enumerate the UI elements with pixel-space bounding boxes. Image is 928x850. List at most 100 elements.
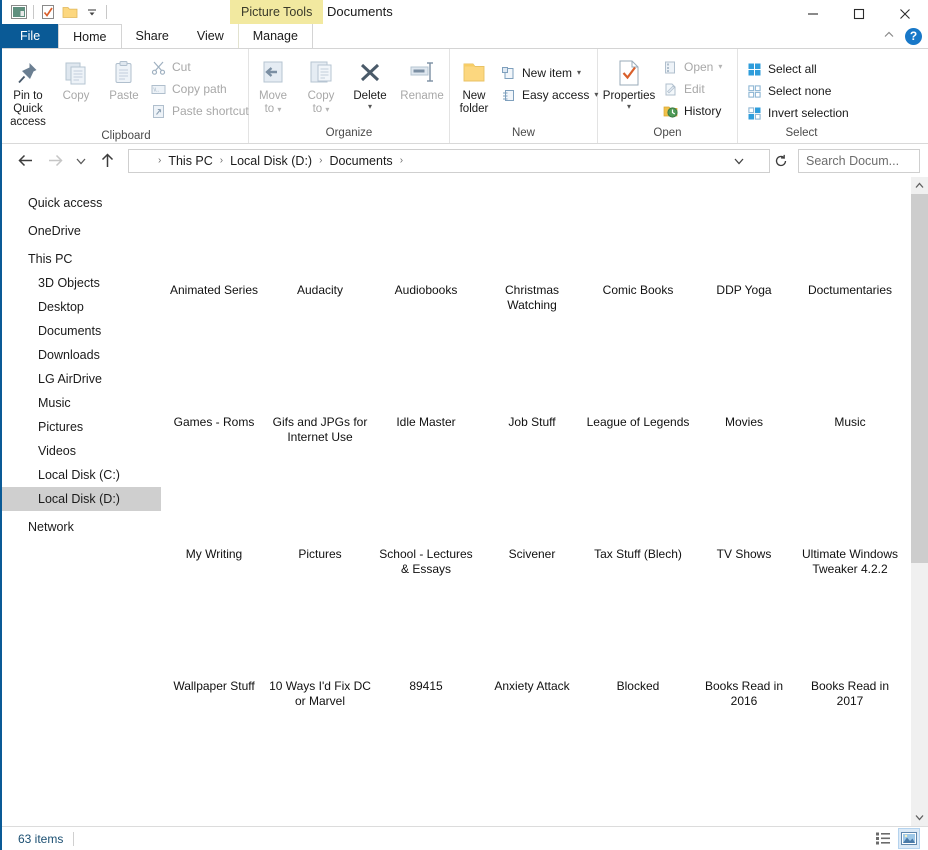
tab-view[interactable]: View	[183, 24, 238, 48]
list-item[interactable]: 89415	[373, 579, 479, 711]
list-item[interactable]: Music	[797, 315, 903, 447]
copy-path-button[interactable]: \\.. Copy path	[148, 78, 255, 100]
list-item[interactable]: Ultimate Windows Tweaker 4.2.2	[797, 447, 903, 579]
file-list-view[interactable]: Animated Series Audacity Audiobooks Chri…	[161, 177, 928, 826]
refresh-icon[interactable]	[770, 149, 792, 173]
list-item[interactable]: Movies	[691, 315, 797, 447]
new-folder-button[interactable]: New folder	[450, 54, 498, 116]
sidebar-item-local-disk-c[interactable]: Local Disk (C:)	[2, 463, 161, 487]
list-item[interactable]: Doctumentaries	[797, 183, 903, 315]
forward-arrow-icon[interactable]	[40, 148, 70, 174]
list-item[interactable]: Pictures	[267, 447, 373, 579]
breadcrumb-documents[interactable]: Documents	[325, 154, 396, 168]
sidebar-item-onedrive[interactable]: OneDrive	[2, 219, 161, 243]
breadcrumb-local-disk-d[interactable]: Local Disk (D:)	[226, 154, 316, 168]
search-input[interactable]: Search Docum...	[798, 148, 920, 173]
list-item[interactable]: Animated Series	[161, 183, 267, 315]
list-item[interactable]: DDP Yoga	[691, 183, 797, 315]
explorer-icon[interactable]	[8, 1, 30, 23]
list-item[interactable]: Gifs and JPGs for Internet Use	[267, 315, 373, 447]
list-item[interactable]: Audiobooks	[373, 183, 479, 315]
breadcrumb-separator-2[interactable]: ›	[316, 155, 325, 166]
list-item[interactable]: Tax Stuff (Blech)	[585, 447, 691, 579]
sidebar-item-desktop[interactable]: Desktop	[2, 295, 161, 319]
sidebar-item-videos[interactable]: Videos	[2, 439, 161, 463]
breadcrumb-separator-1[interactable]: ›	[217, 155, 226, 166]
sidebar-item-lg-airdrive[interactable]: LG AirDrive	[2, 367, 161, 391]
customize-qat-icon[interactable]	[81, 1, 103, 23]
list-item[interactable]: Games - Roms	[161, 315, 267, 447]
scrollbar-track[interactable]	[911, 194, 928, 809]
list-item[interactable]: Christmas Watching	[479, 183, 585, 315]
properties-caret-icon[interactable]: ▾	[627, 103, 631, 111]
select-none-button[interactable]: Select none	[744, 80, 855, 102]
invert-selection-button[interactable]: Invert selection	[744, 102, 855, 124]
move-to-button[interactable]: Move to ▾	[249, 54, 297, 116]
breadcrumb-this-pc[interactable]: This PC	[164, 154, 216, 168]
tab-manage[interactable]: Manage	[237, 24, 313, 48]
back-arrow-icon[interactable]	[10, 148, 40, 174]
tab-share[interactable]: Share	[122, 24, 183, 48]
vertical-scrollbar[interactable]	[911, 177, 928, 826]
breadcrumb-dropdown-icon[interactable]	[733, 150, 745, 172]
list-item[interactable]: Anxiety Attack	[479, 579, 585, 711]
list-item[interactable]: Comic Books	[585, 183, 691, 315]
sidebar-item-documents[interactable]: Documents	[2, 319, 161, 343]
large-icons-view-icon[interactable]	[898, 828, 920, 849]
cut-button[interactable]: Cut	[148, 56, 255, 78]
list-item[interactable]: My Writing	[161, 447, 267, 579]
collapse-ribbon-icon[interactable]	[883, 27, 895, 45]
pin-to-quick-access-button[interactable]: Pin to Quick access	[4, 54, 52, 129]
select-all-button[interactable]: Select all	[744, 58, 855, 80]
new-folder-icon[interactable]	[59, 1, 81, 23]
list-item[interactable]: Idle Master	[373, 315, 479, 447]
sidebar-item-this-pc[interactable]: This PC	[2, 247, 161, 271]
easy-access-button[interactable]: Easy access ▾	[498, 84, 604, 106]
paste-button[interactable]: Paste	[100, 54, 148, 103]
list-item[interactable]: TV Shows	[691, 447, 797, 579]
sidebar-item-local-disk-d[interactable]: Local Disk (D:)	[2, 487, 161, 511]
copy-to-button[interactable]: Copy to ▾	[297, 54, 345, 116]
paste-shortcut-button[interactable]: Paste shortcut	[148, 100, 255, 122]
sidebar-item-network[interactable]: Network	[2, 515, 161, 539]
history-button[interactable]: History	[660, 100, 728, 122]
scrollbar-thumb[interactable]	[911, 194, 928, 563]
up-arrow-icon[interactable]	[92, 148, 122, 174]
delete-caret-icon[interactable]: ▾	[368, 103, 372, 111]
details-view-icon[interactable]	[872, 828, 894, 849]
open-caret-icon[interactable]: ▾	[718, 63, 722, 71]
list-item[interactable]: Scivener	[479, 447, 585, 579]
sidebar-item-pictures[interactable]: Pictures	[2, 415, 161, 439]
new-item-caret-icon[interactable]: ▾	[577, 69, 581, 77]
properties-icon[interactable]	[37, 1, 59, 23]
sidebar-item-downloads[interactable]: Downloads	[2, 343, 161, 367]
edit-button[interactable]: Edit	[660, 78, 728, 100]
tab-file[interactable]: File	[2, 24, 59, 48]
recent-locations-icon[interactable]	[70, 148, 92, 174]
sidebar-item-3d-objects[interactable]: 3D Objects	[2, 271, 161, 295]
delete-button[interactable]: Delete ▾	[345, 54, 395, 111]
list-item[interactable]: School - Lectures & Essays	[373, 447, 479, 579]
list-item[interactable]: Books Read in 2017	[797, 579, 903, 711]
list-item[interactable]: Audacity	[267, 183, 373, 315]
list-item[interactable]: Job Stuff	[479, 315, 585, 447]
scroll-down-icon[interactable]	[911, 809, 928, 826]
ribbon-group-clipboard: Pin to Quick access Copy Paste Cut \\.. …	[4, 49, 249, 143]
tab-home[interactable]: Home	[58, 24, 122, 48]
scroll-up-icon[interactable]	[911, 177, 928, 194]
list-item[interactable]: Wallpaper Stuff	[161, 579, 267, 711]
list-item[interactable]: Blocked	[585, 579, 691, 711]
list-item[interactable]: League of Legends	[585, 315, 691, 447]
copy-button[interactable]: Copy	[52, 54, 100, 103]
properties-button[interactable]: Properties ▾	[598, 54, 660, 111]
open-button[interactable]: Open ▾	[660, 56, 728, 78]
rename-button[interactable]: Rename	[395, 54, 449, 103]
sidebar-item-music[interactable]: Music	[2, 391, 161, 415]
breadcrumb-separator-3[interactable]: ›	[397, 155, 406, 166]
help-button[interactable]: ?	[905, 27, 922, 45]
sidebar-item-quick-access[interactable]: Quick access	[2, 191, 161, 215]
breadcrumb[interactable]: › This PC › Local Disk (D:) › Documents …	[128, 148, 770, 173]
list-item[interactable]: Books Read in 2016	[691, 579, 797, 711]
new-item-button[interactable]: New item ▾	[498, 62, 604, 84]
list-item[interactable]: 10 Ways I'd Fix DC or Marvel	[267, 579, 373, 711]
